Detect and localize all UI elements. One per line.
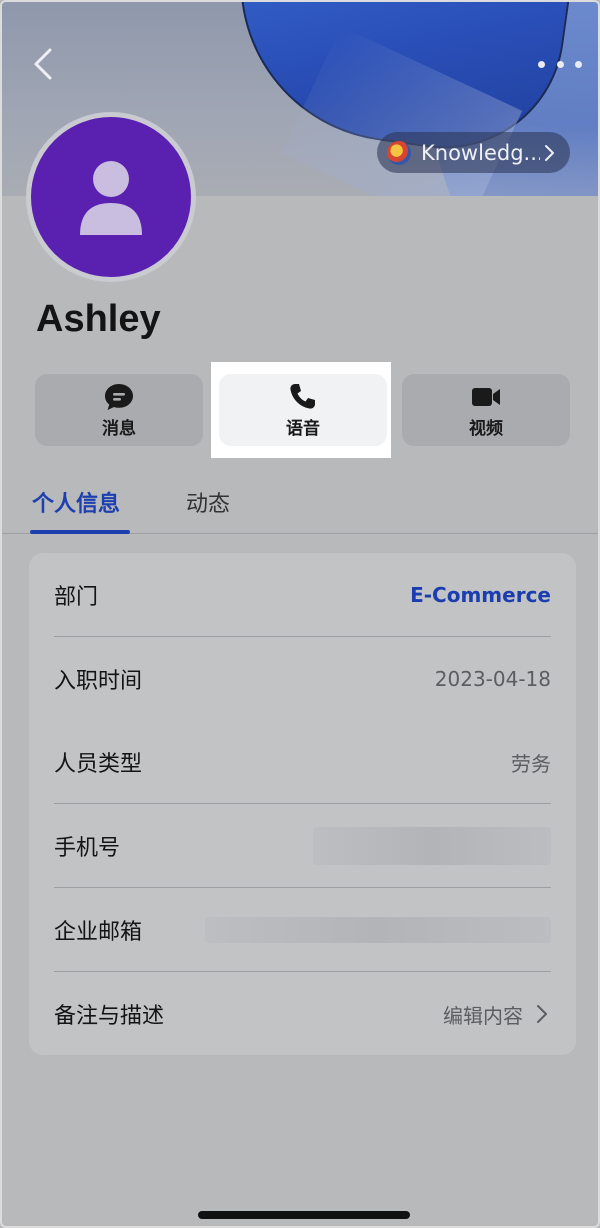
tab-personal-info[interactable]: 个人信息 (32, 486, 120, 518)
email-redacted-value (205, 917, 551, 943)
chat-bubble-icon (105, 383, 133, 410)
edit-notes-button[interactable]: 编辑内容 (443, 1000, 551, 1029)
video-camera-icon (472, 387, 500, 406)
knowledge-chip-button[interactable]: Knowledg... (377, 132, 570, 173)
action-buttons: 消息 语音 视频 (35, 374, 570, 446)
video-call-button[interactable]: 视频 (402, 374, 570, 446)
tab-activity[interactable]: 动态 (186, 486, 230, 518)
more-dot (556, 60, 564, 68)
hire-date-label: 入职时间 (54, 669, 143, 694)
notes-row[interactable]: 备注与描述 编辑内容 (54, 972, 551, 1056)
profile-screen: Knowledg... Ashley 消息 语音 视频 个人信息 动态 部门 E… (0, 0, 600, 1228)
back-icon[interactable] (30, 46, 60, 82)
profile-name: Ashley (36, 298, 161, 340)
staff-type-label: 人员类型 (54, 752, 143, 777)
more-options-icon[interactable] (538, 54, 582, 74)
phone-row: 手机号 (54, 804, 551, 888)
chevron-right-icon (537, 1005, 547, 1023)
staff-type-row: 人员类型 劳务 (54, 720, 551, 804)
department-value-link[interactable]: E-Commerce (410, 583, 551, 607)
knowledge-chip-label: Knowledg... (421, 140, 540, 165)
message-button[interactable]: 消息 (35, 374, 203, 446)
department-label: 部门 (54, 585, 99, 610)
phone-label: 手机号 (54, 836, 121, 861)
voice-label: 语音 (286, 418, 320, 439)
active-tab-indicator (30, 530, 130, 534)
hire-date-value: 2023-04-18 (434, 667, 551, 691)
more-dot (538, 60, 545, 68)
phone-icon (290, 383, 315, 409)
department-row: 部门 E-Commerce (54, 553, 551, 637)
user-silhouette-icon (80, 161, 142, 235)
edit-notes-label: 编辑内容 (443, 1003, 523, 1028)
knowledge-logo-icon (387, 140, 411, 165)
staff-type-value: 劳务 (511, 751, 551, 776)
notes-label: 备注与描述 (54, 1004, 165, 1029)
avatar[interactable] (26, 112, 196, 282)
message-label: 消息 (102, 418, 136, 439)
phone-redacted-value (313, 827, 551, 865)
email-label: 企业邮箱 (54, 920, 143, 945)
chevron-right-icon (545, 144, 554, 161)
profile-tabs: 个人信息 动态 (2, 472, 598, 534)
info-card: 部门 E-Commerce 入职时间 2023-04-18 人员类型 劳务 手机… (29, 553, 576, 1055)
video-label: 视频 (469, 418, 503, 439)
email-row: 企业邮箱 (54, 888, 551, 972)
more-dot (575, 60, 582, 68)
home-indicator (198, 1211, 410, 1219)
voice-call-button[interactable]: 语音 (219, 374, 387, 446)
hire-date-row: 入职时间 2023-04-18 (54, 637, 551, 721)
